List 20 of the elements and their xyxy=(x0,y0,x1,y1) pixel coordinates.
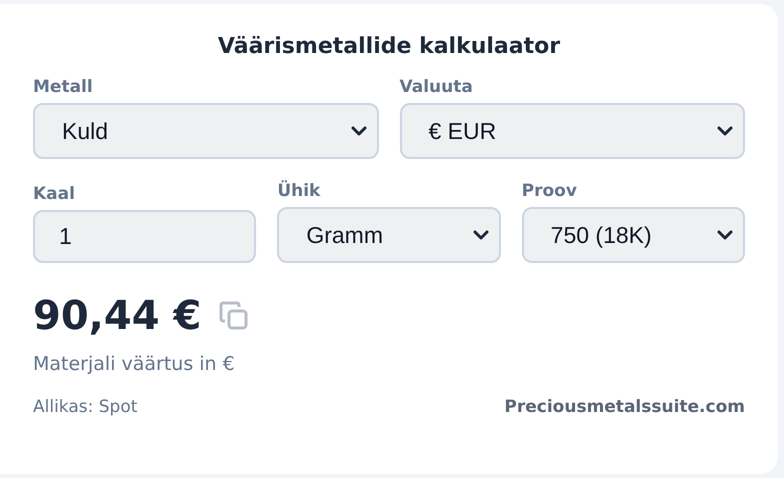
calculator-title: Väärismetallide kalkulaator xyxy=(216,34,562,59)
result-value: 90,44 € xyxy=(33,293,202,339)
dropdown-select[interactable]: Gramm xyxy=(277,207,501,263)
chevron-down-icon xyxy=(716,229,733,241)
website-link[interactable]: Preciousmetalssuite.com xyxy=(504,397,745,417)
copy-icon[interactable] xyxy=(219,301,250,331)
chevron-down-icon xyxy=(717,125,733,137)
weight-input[interactable]: 1 xyxy=(33,210,256,263)
result-caption: Materjali väärtus in € xyxy=(33,353,236,375)
field-label: Metall xyxy=(33,77,94,97)
field-label: Proov xyxy=(522,181,578,201)
dropdown-select[interactable]: € EUR xyxy=(400,103,745,159)
chevron-down-icon xyxy=(350,125,366,137)
field-label: Valuuta xyxy=(400,77,474,97)
source-text: Allikas: Spot xyxy=(33,397,138,417)
field-label: Ühik xyxy=(277,181,322,201)
dropdown-select[interactable]: Kuld xyxy=(33,103,378,159)
dropdown-select[interactable]: 750 (18K) xyxy=(522,207,745,263)
field-label: Kaal xyxy=(33,184,76,204)
chevron-down-icon xyxy=(472,229,489,241)
